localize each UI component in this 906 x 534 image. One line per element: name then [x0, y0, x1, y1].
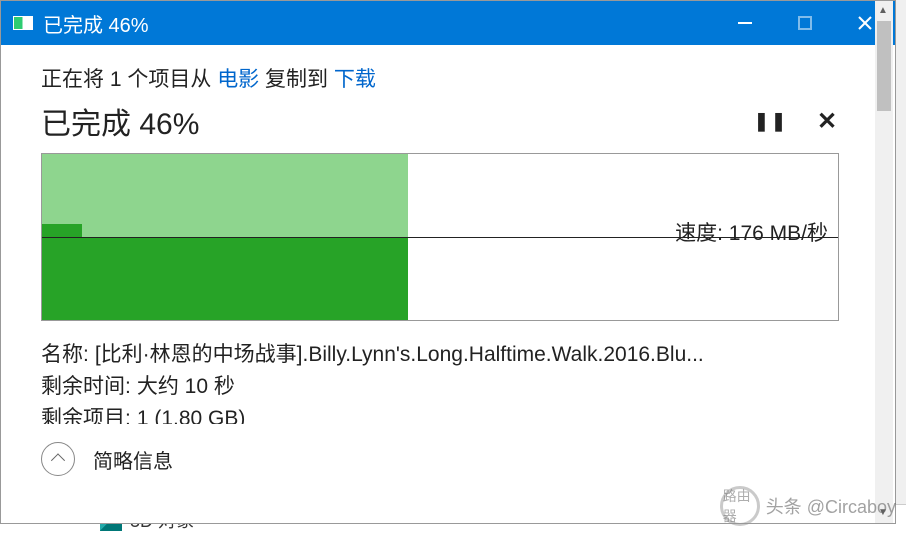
speed-label: 速度: 176 MB/秒	[675, 217, 828, 247]
scrollbar-thumb[interactable]	[877, 21, 891, 111]
copy-description: 正在将 1 个项目从 电影 复制到 下载	[41, 63, 855, 93]
detail-name-row: 名称: [比利·林恩的中场战事].Billy.Lynn's.Long.Halft…	[41, 339, 855, 371]
window-title: 已完成 46%	[43, 9, 715, 38]
detail-items-label: 剩余项目:	[41, 406, 131, 424]
detail-items-value: 1 (1.80 GB)	[137, 406, 246, 424]
source-link[interactable]: 电影	[217, 68, 259, 91]
copy-prefix: 正在将 1 个项目从	[41, 68, 217, 91]
cancel-button[interactable]: ✕	[809, 103, 845, 139]
pause-button[interactable]: ❚❚	[753, 103, 789, 139]
watermark-badge-icon: 路由器	[720, 486, 760, 526]
scroll-up-arrow-icon[interactable]: ▲	[877, 5, 889, 17]
file-copy-dialog: 已完成 46% 正在将 1 个项目从 电影 复制到 下载 已完成 46% ❚❚ …	[0, 0, 896, 524]
status-row: 已完成 46% ❚❚ ✕	[41, 99, 855, 143]
collapse-toggle-button[interactable]	[41, 442, 75, 476]
detail-items-row: 剩余项目: 1 (1.80 GB)	[41, 406, 855, 424]
collapse-label: 简略信息	[93, 445, 173, 474]
dialog-content: 正在将 1 个项目从 电影 复制到 下载 已完成 46% ❚❚ ✕ 速度: 17…	[1, 45, 895, 523]
chart-speed-area	[42, 237, 408, 320]
detail-name-value: [比利·林恩的中场战事].Billy.Lynn's.Long.Halftime.…	[95, 339, 704, 371]
detail-name-label: 名称:	[41, 339, 89, 371]
minimize-button[interactable]	[715, 1, 775, 45]
progress-status-text: 已完成 46%	[41, 99, 199, 143]
detail-time-row: 剩余时间: 大约 10 秒	[41, 371, 855, 403]
dest-link[interactable]: 下载	[334, 68, 376, 91]
copy-mid: 复制到	[259, 68, 334, 91]
details-block: 名称: [比利·林恩的中场战事].Billy.Lynn's.Long.Halft…	[41, 339, 855, 424]
copy-progress-icon	[13, 16, 33, 30]
speed-chart: 速度: 176 MB/秒	[41, 153, 839, 321]
collapse-row[interactable]: 简略信息	[41, 442, 855, 476]
detail-time-value: 大约 10 秒	[137, 371, 235, 403]
vertical-scrollbar[interactable]: ▲ ▼	[875, 1, 893, 523]
maximize-button[interactable]	[775, 1, 835, 45]
chevron-up-icon	[51, 453, 65, 467]
watermark-text: 头条 @Circaboy	[766, 493, 896, 519]
chart-speed-step	[42, 224, 82, 237]
detail-time-label: 剩余时间:	[41, 371, 131, 403]
watermark: 路由器 头条 @Circaboy	[720, 486, 896, 526]
titlebar[interactable]: 已完成 46%	[1, 1, 895, 45]
